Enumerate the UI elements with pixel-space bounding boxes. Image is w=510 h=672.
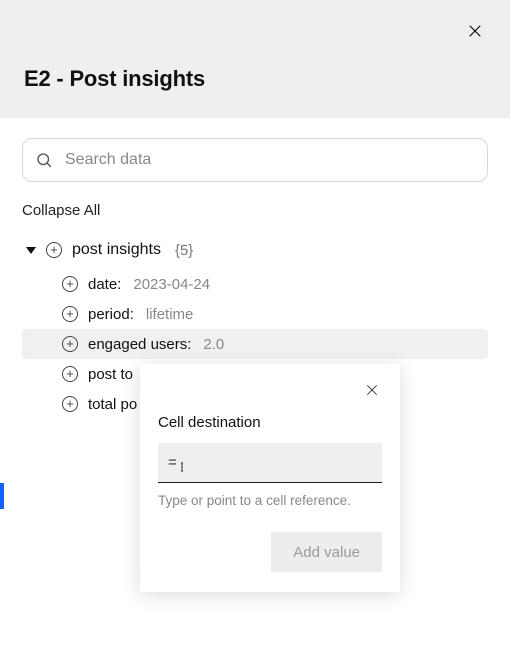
add-value-button[interactable]: Add value — [271, 532, 382, 572]
popover-close-button[interactable] — [364, 382, 382, 400]
add-icon[interactable] — [62, 396, 78, 412]
tree-value: 2.0 — [203, 336, 224, 353]
page-title: E2 - Post insights — [24, 66, 205, 92]
tree-root-row[interactable]: post insights {5} — [22, 235, 488, 265]
search-input[interactable] — [63, 150, 475, 170]
tree-key: date — [88, 276, 123, 293]
tree-row[interactable]: engaged users 2.0 — [22, 329, 488, 359]
tree-key: total po — [88, 396, 137, 413]
tree-key: period — [88, 306, 136, 323]
popover-hint: Type or point to a cell reference. — [158, 493, 382, 508]
tree-root-count: {5} — [175, 242, 193, 259]
add-icon[interactable] — [62, 306, 78, 322]
tree-value: lifetime — [146, 306, 194, 323]
tree-key: post to — [88, 366, 133, 383]
close-icon — [364, 382, 380, 398]
tree-row[interactable]: period lifetime — [22, 299, 488, 329]
chevron-down-icon[interactable] — [26, 247, 36, 254]
left-accent-indicator — [0, 483, 4, 509]
formula-prefix: = — [168, 454, 177, 471]
search-icon — [35, 151, 53, 169]
close-panel-button[interactable] — [466, 22, 486, 42]
cell-ref-cursor-icon — [181, 462, 183, 472]
popover-actions: Add value — [158, 532, 382, 572]
panel-header: E2 - Post insights — [0, 0, 510, 118]
tree-row[interactable]: date 2023-04-24 — [22, 269, 488, 299]
add-icon[interactable] — [62, 276, 78, 292]
cell-reference-field[interactable]: = — [158, 443, 382, 483]
search-box[interactable] — [22, 138, 488, 182]
tree-root-label: post insights — [72, 241, 161, 259]
collapse-all-link[interactable]: Collapse All — [22, 202, 488, 219]
add-icon[interactable] — [62, 336, 78, 352]
cell-destination-popover: Cell destination = Type or point to a ce… — [140, 364, 400, 592]
tree-key: engaged users — [88, 336, 193, 353]
tree-value: 2023-04-24 — [133, 276, 210, 293]
cell-reference-input[interactable] — [187, 453, 390, 472]
close-icon — [466, 22, 484, 40]
popover-title: Cell destination — [158, 414, 382, 431]
add-icon[interactable] — [62, 366, 78, 382]
add-icon[interactable] — [46, 242, 62, 258]
